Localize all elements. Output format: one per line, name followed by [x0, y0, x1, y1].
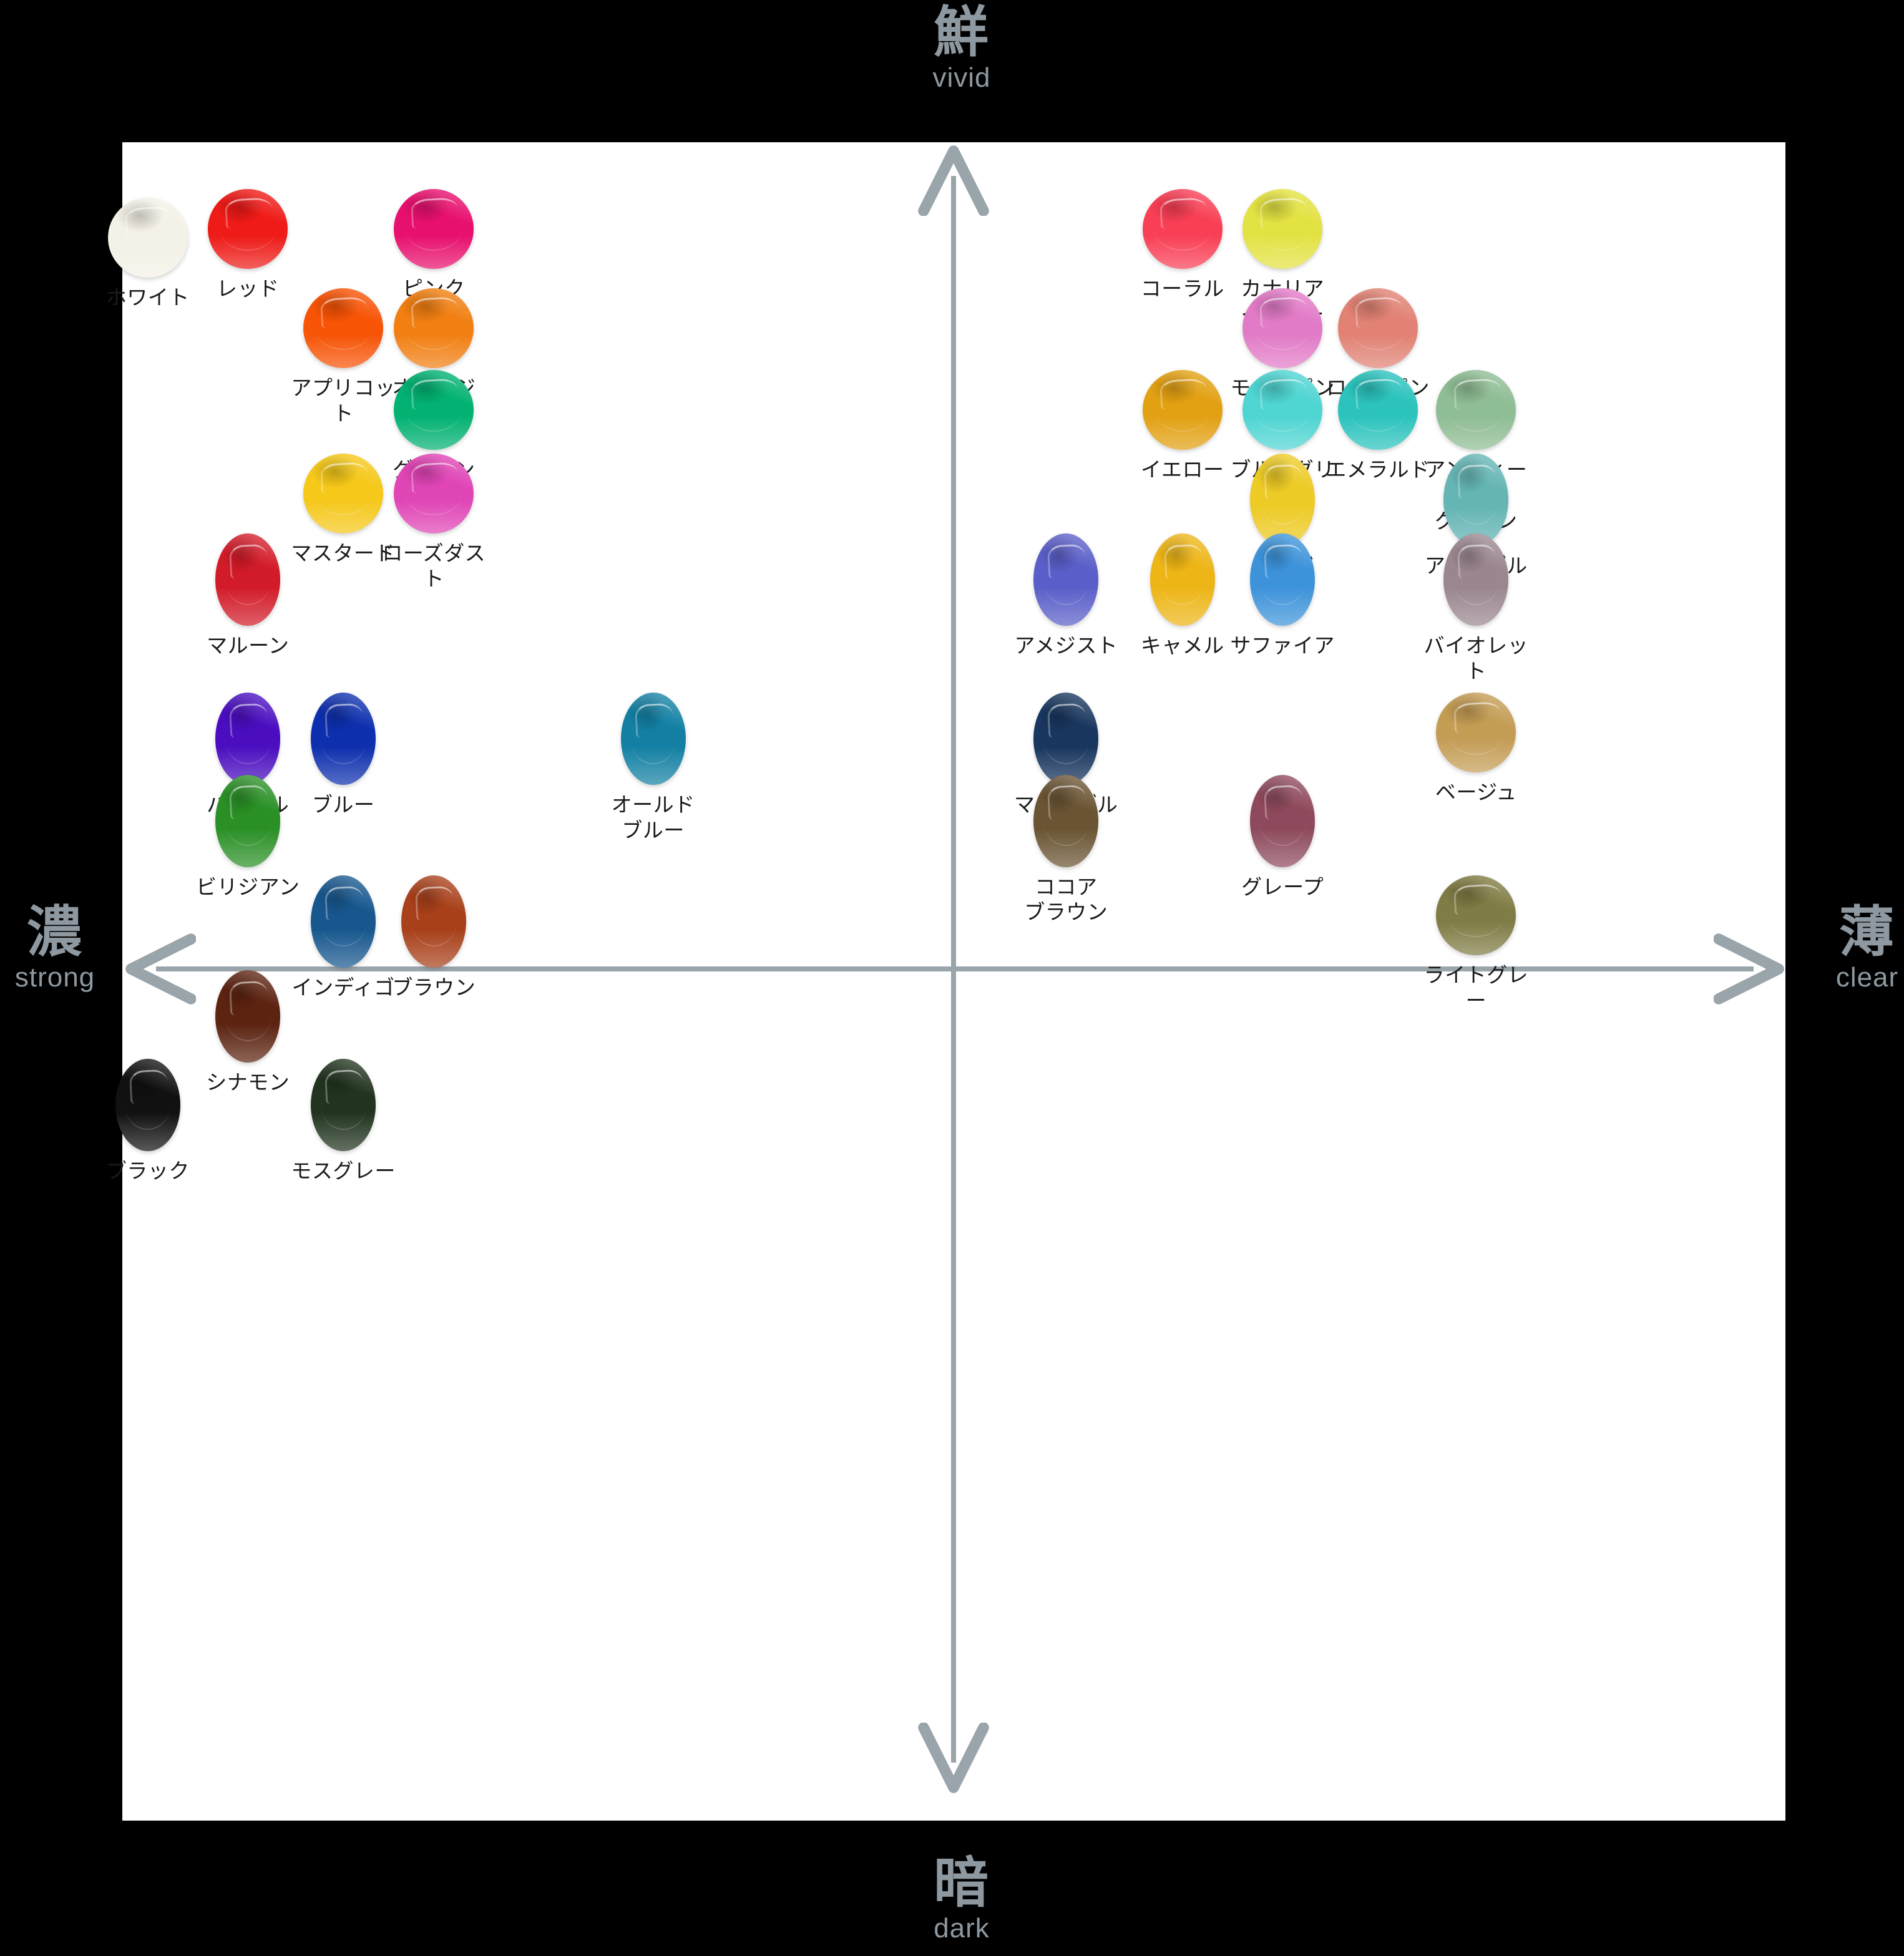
gem-icon [208, 189, 288, 270]
gem-icon [394, 288, 474, 368]
gem-icon [1033, 693, 1099, 786]
gem-icon [394, 453, 474, 533]
color-position-chart: 鮮 vivid 暗 dark 濃 strong 薄 clear ホワイトレッドピ… [0, 0, 1904, 1956]
color-swatch[interactable]: オールド ブルー [594, 693, 713, 844]
gem-icon [1033, 533, 1099, 626]
color-swatch[interactable]: ライトグレー [1417, 875, 1535, 1014]
color-swatch[interactable]: サファイア [1223, 533, 1342, 659]
swatch-label: ベージュ [1435, 780, 1517, 805]
swatch-label: オールド ブルー [611, 792, 695, 843]
gem-icon [1242, 189, 1323, 270]
gem-icon [311, 875, 376, 968]
axis-label-vivid-kanji: 鮮 [933, 1, 990, 63]
gem-icon [1142, 369, 1223, 450]
gem-icon [303, 453, 384, 533]
gem-icon [1436, 369, 1516, 450]
swatch-label: ライトグレー [1423, 962, 1529, 1013]
gem-icon [1443, 533, 1509, 626]
color-swatch[interactable]: マルーン [188, 533, 307, 659]
color-swatch[interactable]: ピンク [374, 189, 493, 302]
color-swatch[interactable]: アメジスト [1007, 533, 1125, 659]
gem-icon [215, 970, 281, 1063]
axis-label-clear-roman: clear [1835, 962, 1899, 993]
color-swatch[interactable]: レッド [188, 189, 307, 302]
gem-icon [311, 1058, 376, 1151]
gem-icon [620, 693, 686, 786]
axis-label-clear: 薄 clear [1792, 903, 1904, 993]
gem-icon [394, 189, 474, 270]
gem-icon [1337, 369, 1418, 450]
gem-icon [1150, 533, 1215, 626]
swatch-label: ココア ブラウン [1024, 874, 1108, 925]
swatch-label: ローズダスト [382, 540, 486, 591]
swatch-label: モスグレー [291, 1158, 396, 1183]
color-swatch[interactable]: ローズダスト [374, 453, 493, 592]
color-swatch[interactable]: モスグレー [284, 1058, 403, 1184]
gem-icon [215, 774, 281, 867]
swatch-label: ブラック [105, 1158, 190, 1183]
axis-label-vivid-roman: vivid [932, 62, 991, 94]
color-swatch[interactable]: グレープ [1223, 774, 1342, 900]
swatch-label: グレープ [1241, 874, 1324, 899]
swatch-label: アメジスト [1014, 633, 1118, 658]
color-swatch[interactable]: ココア ブラウン [1007, 774, 1125, 926]
color-swatch[interactable]: ブラック [89, 1058, 207, 1184]
gem-icon [215, 533, 281, 626]
color-swatch[interactable]: バイオレット [1417, 533, 1535, 684]
gem-icon [1242, 369, 1323, 450]
gem-icon [1436, 693, 1516, 773]
color-swatch[interactable]: ブラウン [374, 875, 493, 1001]
axis-label-clear-kanji: 薄 [1838, 901, 1895, 963]
axis-label-strong: 濃 strong [0, 903, 130, 993]
gem-icon [303, 288, 384, 368]
axis-label-dark: 暗 dark [868, 1854, 1055, 1944]
gem-icon [1436, 875, 1516, 955]
gem-icon [115, 1058, 180, 1151]
gem-icon [1250, 533, 1316, 626]
gem-icon [311, 693, 376, 786]
gem-icon [1337, 288, 1418, 368]
axis-label-vivid: 鮮 vivid [868, 1, 1055, 94]
gem-icon [1443, 453, 1509, 546]
axis-label-dark-kanji: 暗 [933, 1852, 990, 1914]
gem-icon [1142, 189, 1223, 270]
axis-label-strong-roman: strong [14, 962, 95, 993]
axis-label-dark-roman: dark [934, 1913, 990, 1944]
gem-icon [1250, 453, 1316, 546]
swatch-label: マルーン [207, 633, 290, 658]
gem-icon [401, 875, 467, 968]
color-swatch[interactable]: ベージュ [1417, 693, 1535, 805]
gem-icon [107, 197, 188, 278]
gem-icon [1033, 774, 1099, 867]
gem-icon [1250, 774, 1316, 867]
axis-label-strong-kanji: 濃 [26, 901, 83, 963]
swatch-label: バイオレット [1423, 633, 1529, 683]
gem-icon [394, 369, 474, 450]
swatch-label: サファイア [1230, 633, 1335, 658]
swatch-label: ブラウン [392, 975, 476, 1000]
gem-icon [215, 693, 281, 786]
gem-icon [1242, 288, 1323, 368]
